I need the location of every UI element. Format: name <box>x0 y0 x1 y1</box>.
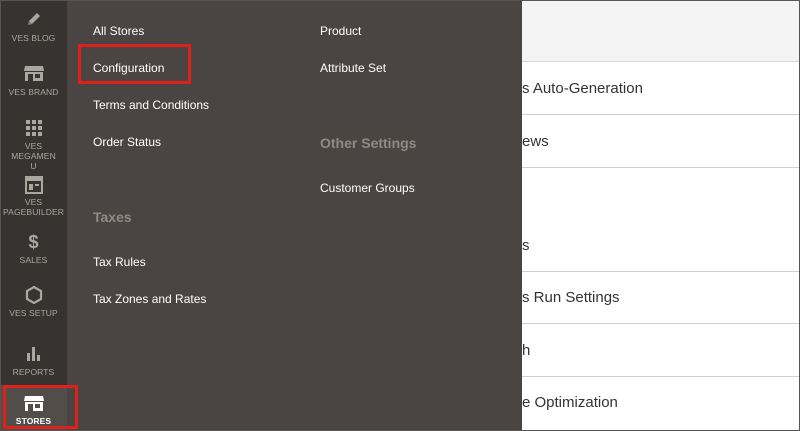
nav-label: VES BRAND <box>8 87 59 97</box>
nav-label: STORES <box>15 416 52 426</box>
nav-label: VES BLOG <box>11 33 56 43</box>
pencil-icon <box>27 13 40 25</box>
menu-tax-zones-and-rates[interactable]: Tax Zones and Rates <box>93 291 206 307</box>
menu-product[interactable]: Product <box>320 23 361 39</box>
list-item[interactable]: ews <box>522 116 800 168</box>
store-icon <box>23 396 44 411</box>
list-item-label: h <box>522 342 531 359</box>
list-item-label: s <box>522 237 530 254</box>
menu-configuration[interactable]: Configuration <box>93 60 164 76</box>
dollar-icon: $ <box>28 232 39 252</box>
list-item[interactable]: h <box>522 325 800 377</box>
nav-reports[interactable]: REPORTS <box>0 344 67 377</box>
nav-ves-setup[interactable]: VES SETUP <box>0 286 67 318</box>
list-item[interactable]: s <box>522 220 800 272</box>
nav-ves-brand[interactable]: VES BRAND <box>0 64 67 97</box>
grid-icon <box>25 120 42 136</box>
list-item[interactable]: s Run Settings <box>522 272 800 324</box>
nav-label: VES SETUP <box>9 308 58 318</box>
section-heading-taxes: Taxes <box>93 209 132 225</box>
nav-label: REPORTS <box>12 367 55 377</box>
page-content: s Auto-Generation ews s s Run Settings h… <box>522 0 800 431</box>
list-item-label: ews <box>522 133 549 150</box>
menu-all-stores[interactable]: All Stores <box>93 23 144 39</box>
nav-stores[interactable]: STORES <box>0 385 67 431</box>
admin-sidebar: VES BLOG VES BRAND VES MEGAMENU VES PAGE… <box>0 0 67 431</box>
menu-terms-and-conditions[interactable]: Terms and Conditions <box>93 97 209 113</box>
menu-customer-groups[interactable]: Customer Groups <box>320 180 415 196</box>
nav-ves-pagebuilder[interactable]: VES PAGEBUILDER <box>0 176 67 217</box>
bar-chart-icon <box>26 347 40 361</box>
menu-attribute-set[interactable]: Attribute Set <box>320 60 386 76</box>
storefront-icon <box>23 66 44 81</box>
content-header <box>522 0 800 62</box>
list-item-label: e Optimization <box>522 394 618 411</box>
section-heading-other-settings: Other Settings <box>320 135 417 151</box>
hexagon-icon <box>25 286 42 304</box>
stores-submenu: All Stores Configuration Terms and Condi… <box>67 0 522 431</box>
nav-label: SALES <box>19 255 48 265</box>
list-item[interactable]: e Optimization <box>522 377 800 431</box>
menu-tax-rules[interactable]: Tax Rules <box>93 254 146 270</box>
list-item[interactable] <box>522 169 800 221</box>
list-item-label: s Run Settings <box>522 289 620 306</box>
nav-ves-megamenu[interactable]: VES MEGAMENU <box>0 119 67 171</box>
nav-sales[interactable]: $ SALES <box>0 232 67 265</box>
nav-label: VES MEGAMENU <box>11 141 56 171</box>
list-item[interactable]: s Auto-Generation <box>522 63 800 115</box>
nav-label: VES PAGEBUILDER <box>3 197 64 217</box>
layout-icon <box>24 176 43 194</box>
list-item-label: s Auto-Generation <box>522 80 643 97</box>
menu-order-status[interactable]: Order Status <box>93 134 161 150</box>
nav-ves-blog[interactable]: VES BLOG <box>0 10 67 43</box>
